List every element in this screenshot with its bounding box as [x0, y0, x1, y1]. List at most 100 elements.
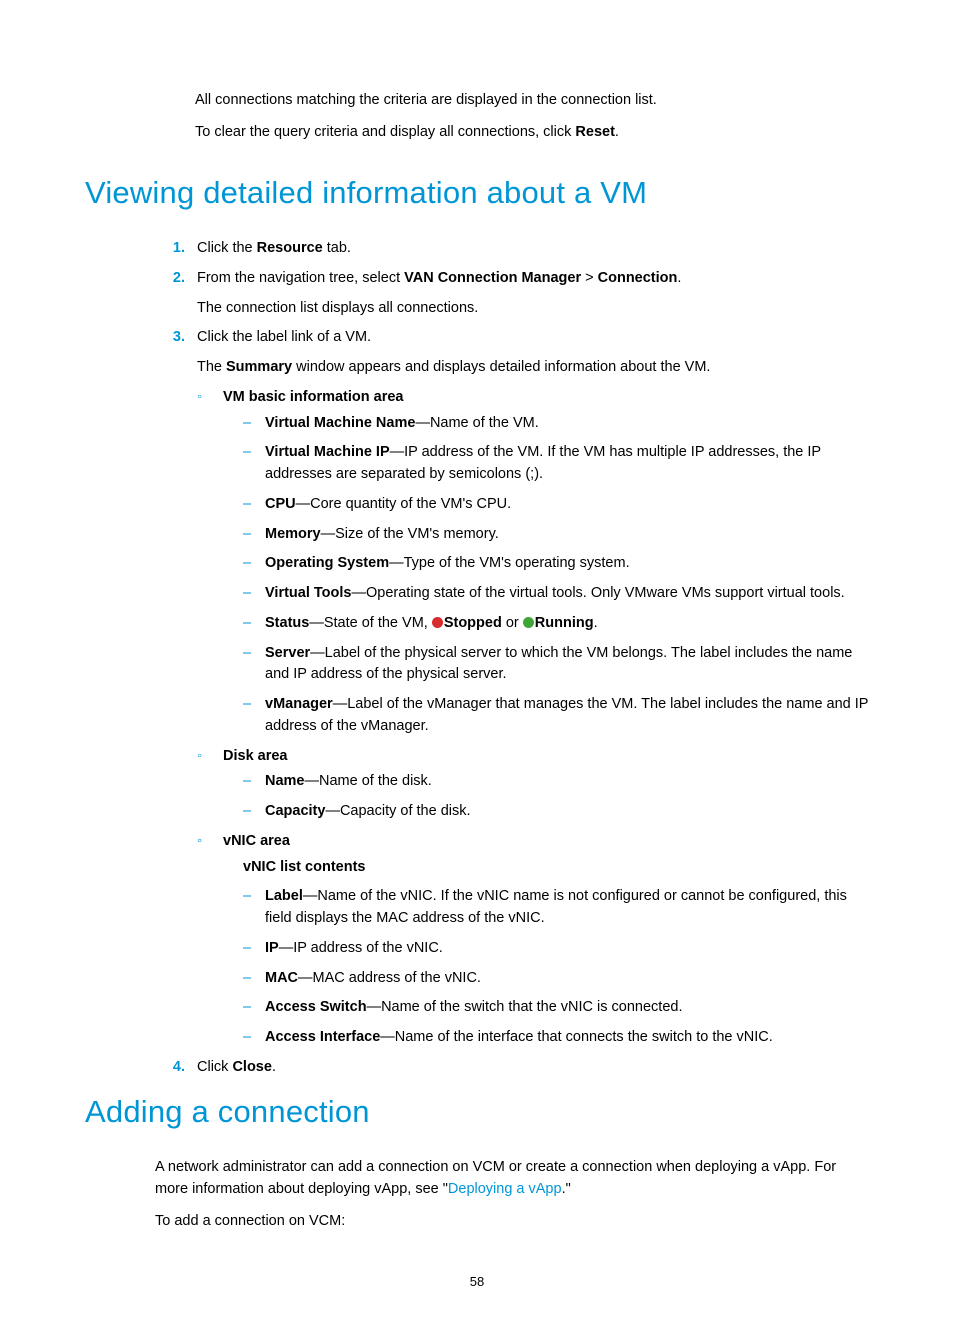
text: .: [615, 124, 619, 140]
text: .: [272, 1059, 276, 1075]
field-desc: —IP address of the vNIC.: [279, 940, 443, 956]
step-number: 4.: [155, 1057, 185, 1079]
field-desc: —Name of the switch that the vNIC is con…: [367, 999, 683, 1015]
section2-p2: To add a connection on VCM:: [155, 1211, 869, 1233]
group-vm-basic: ◦ VM basic information area –Virtual Mac…: [197, 387, 869, 738]
heading-adding-connection: Adding a connection: [85, 1089, 869, 1136]
text: window appears and displays detailed inf…: [292, 359, 710, 375]
info-groups: ◦ VM basic information area –Virtual Mac…: [197, 387, 869, 1049]
dash-icon: –: [243, 494, 251, 516]
field-virtual-tools: –Virtual Tools—Operating state of the vi…: [243, 583, 869, 605]
dash-icon: –: [243, 938, 251, 960]
dash-icon: –: [243, 643, 251, 665]
step-text: Click the label link of a VM.: [197, 327, 869, 349]
field-list: –Name—Name of the disk. –Capacity—Capaci…: [243, 771, 869, 823]
field-desc: —Name of the vNIC. If the vNIC name is n…: [265, 888, 847, 926]
field-vm-ip: –Virtual Machine IP—IP address of the VM…: [243, 442, 869, 486]
resource-tab-label: Resource: [257, 240, 323, 256]
dash-icon: –: [243, 801, 251, 823]
field-desc: —Label of the physical server to which t…: [265, 645, 852, 683]
dash-icon: –: [243, 1027, 251, 1049]
field-label: Operating System: [265, 555, 389, 571]
dash-icon: –: [243, 771, 251, 793]
text: or: [502, 615, 523, 631]
group-disk: ◦ Disk area –Name—Name of the disk. –Cap…: [197, 746, 869, 823]
group-vnic: ◦ vNIC area vNIC list contents –Label—Na…: [197, 831, 869, 1049]
field-vnic-mac: –MAC—MAC address of the vNIC.: [243, 968, 869, 990]
field-cpu: –CPU—Core quantity of the VM's CPU.: [243, 494, 869, 516]
step-body: Click the label link of a VM. The Summar…: [197, 327, 869, 1049]
field-desc: —MAC address of the vNIC.: [298, 970, 481, 986]
group-title: vNIC area: [223, 833, 290, 849]
status-stopped-label: Stopped: [444, 615, 502, 631]
step-1: 1. Click the Resource tab.: [155, 238, 869, 260]
field-label: Access Switch: [265, 999, 367, 1015]
field-label: Server: [265, 645, 310, 661]
step-body: From the navigation tree, select VAN Con…: [197, 268, 869, 320]
text: The: [197, 359, 226, 375]
field-desc: —Capacity of the disk.: [325, 803, 470, 819]
field-desc: —Type of the VM's operating system.: [389, 555, 630, 571]
heading-viewing-vm: Viewing detailed information about a VM: [85, 170, 869, 217]
field-label: Virtual Machine IP: [265, 444, 390, 460]
nav-connection: Connection: [598, 270, 678, 286]
step-extra: The connection list displays all connect…: [197, 298, 869, 320]
field-list: –Label—Name of the vNIC. If the vNIC nam…: [243, 886, 869, 1049]
field-list: –Virtual Machine Name—Name of the VM. –V…: [243, 413, 869, 738]
dash-icon: –: [243, 553, 251, 575]
field-desc: —Label of the vManager that manages the …: [265, 696, 868, 734]
text: To clear the query criteria and display …: [195, 124, 575, 140]
field-vnic-label: –Label—Name of the vNIC. If the vNIC nam…: [243, 886, 869, 930]
text: Click the: [197, 240, 257, 256]
step-4: 4. Click Close.: [155, 1057, 869, 1079]
field-desc: —Name of the interface that connects the…: [380, 1029, 773, 1045]
text: From the navigation tree, select: [197, 270, 404, 286]
text: .: [594, 615, 598, 631]
intro-line-2: To clear the query criteria and display …: [195, 122, 869, 144]
group-title: Disk area: [223, 748, 288, 764]
summary-window-label: Summary: [226, 359, 292, 375]
status-stopped-icon: [432, 617, 443, 628]
intro-block: All connections matching the criteria ar…: [195, 90, 869, 144]
step-number: 2.: [155, 268, 185, 290]
page-number: 58: [85, 1272, 869, 1292]
section2-body: A network administrator can add a connec…: [155, 1157, 869, 1232]
dash-icon: –: [243, 524, 251, 546]
step-body: Click the Resource tab.: [197, 238, 869, 260]
steps-list: 1. Click the Resource tab. 2. From the n…: [155, 238, 869, 1079]
close-label: Close: [232, 1059, 272, 1075]
field-label: Memory: [265, 526, 321, 542]
deploying-vapp-link[interactable]: Deploying a vApp: [448, 1181, 562, 1197]
reset-label: Reset: [575, 124, 615, 140]
field-label: Virtual Tools: [265, 585, 351, 601]
dash-icon: –: [243, 413, 251, 435]
vnic-subheading: vNIC list contents: [243, 857, 869, 879]
text: .: [677, 270, 681, 286]
circle-bullet-icon: ◦: [197, 831, 202, 853]
document-page: All connections matching the criteria ar…: [0, 0, 954, 1342]
field-disk-capacity: –Capacity—Capacity of the disk.: [243, 801, 869, 823]
nav-van-connection-manager: VAN Connection Manager: [404, 270, 581, 286]
field-access-interface: –Access Interface—Name of the interface …: [243, 1027, 869, 1049]
status-running-icon: [523, 617, 534, 628]
dash-icon: –: [243, 968, 251, 990]
text: .": [562, 1181, 571, 1197]
field-desc: —Name of the VM.: [415, 415, 538, 431]
field-disk-name: –Name—Name of the disk.: [243, 771, 869, 793]
field-label: Capacity: [265, 803, 325, 819]
circle-bullet-icon: ◦: [197, 746, 202, 768]
dash-icon: –: [243, 886, 251, 908]
field-os: –Operating System—Type of the VM's opera…: [243, 553, 869, 575]
group-title: VM basic information area: [223, 389, 404, 405]
step-number: 1.: [155, 238, 185, 260]
step-number: 3.: [155, 327, 185, 349]
circle-bullet-icon: ◦: [197, 387, 202, 409]
dash-icon: –: [243, 694, 251, 716]
field-server: –Server—Label of the physical server to …: [243, 643, 869, 687]
step-2: 2. From the navigation tree, select VAN …: [155, 268, 869, 320]
field-label: Virtual Machine Name: [265, 415, 415, 431]
field-label: Access Interface: [265, 1029, 380, 1045]
section2-p1: A network administrator can add a connec…: [155, 1157, 869, 1201]
dash-icon: –: [243, 613, 251, 635]
status-running-label: Running: [535, 615, 594, 631]
